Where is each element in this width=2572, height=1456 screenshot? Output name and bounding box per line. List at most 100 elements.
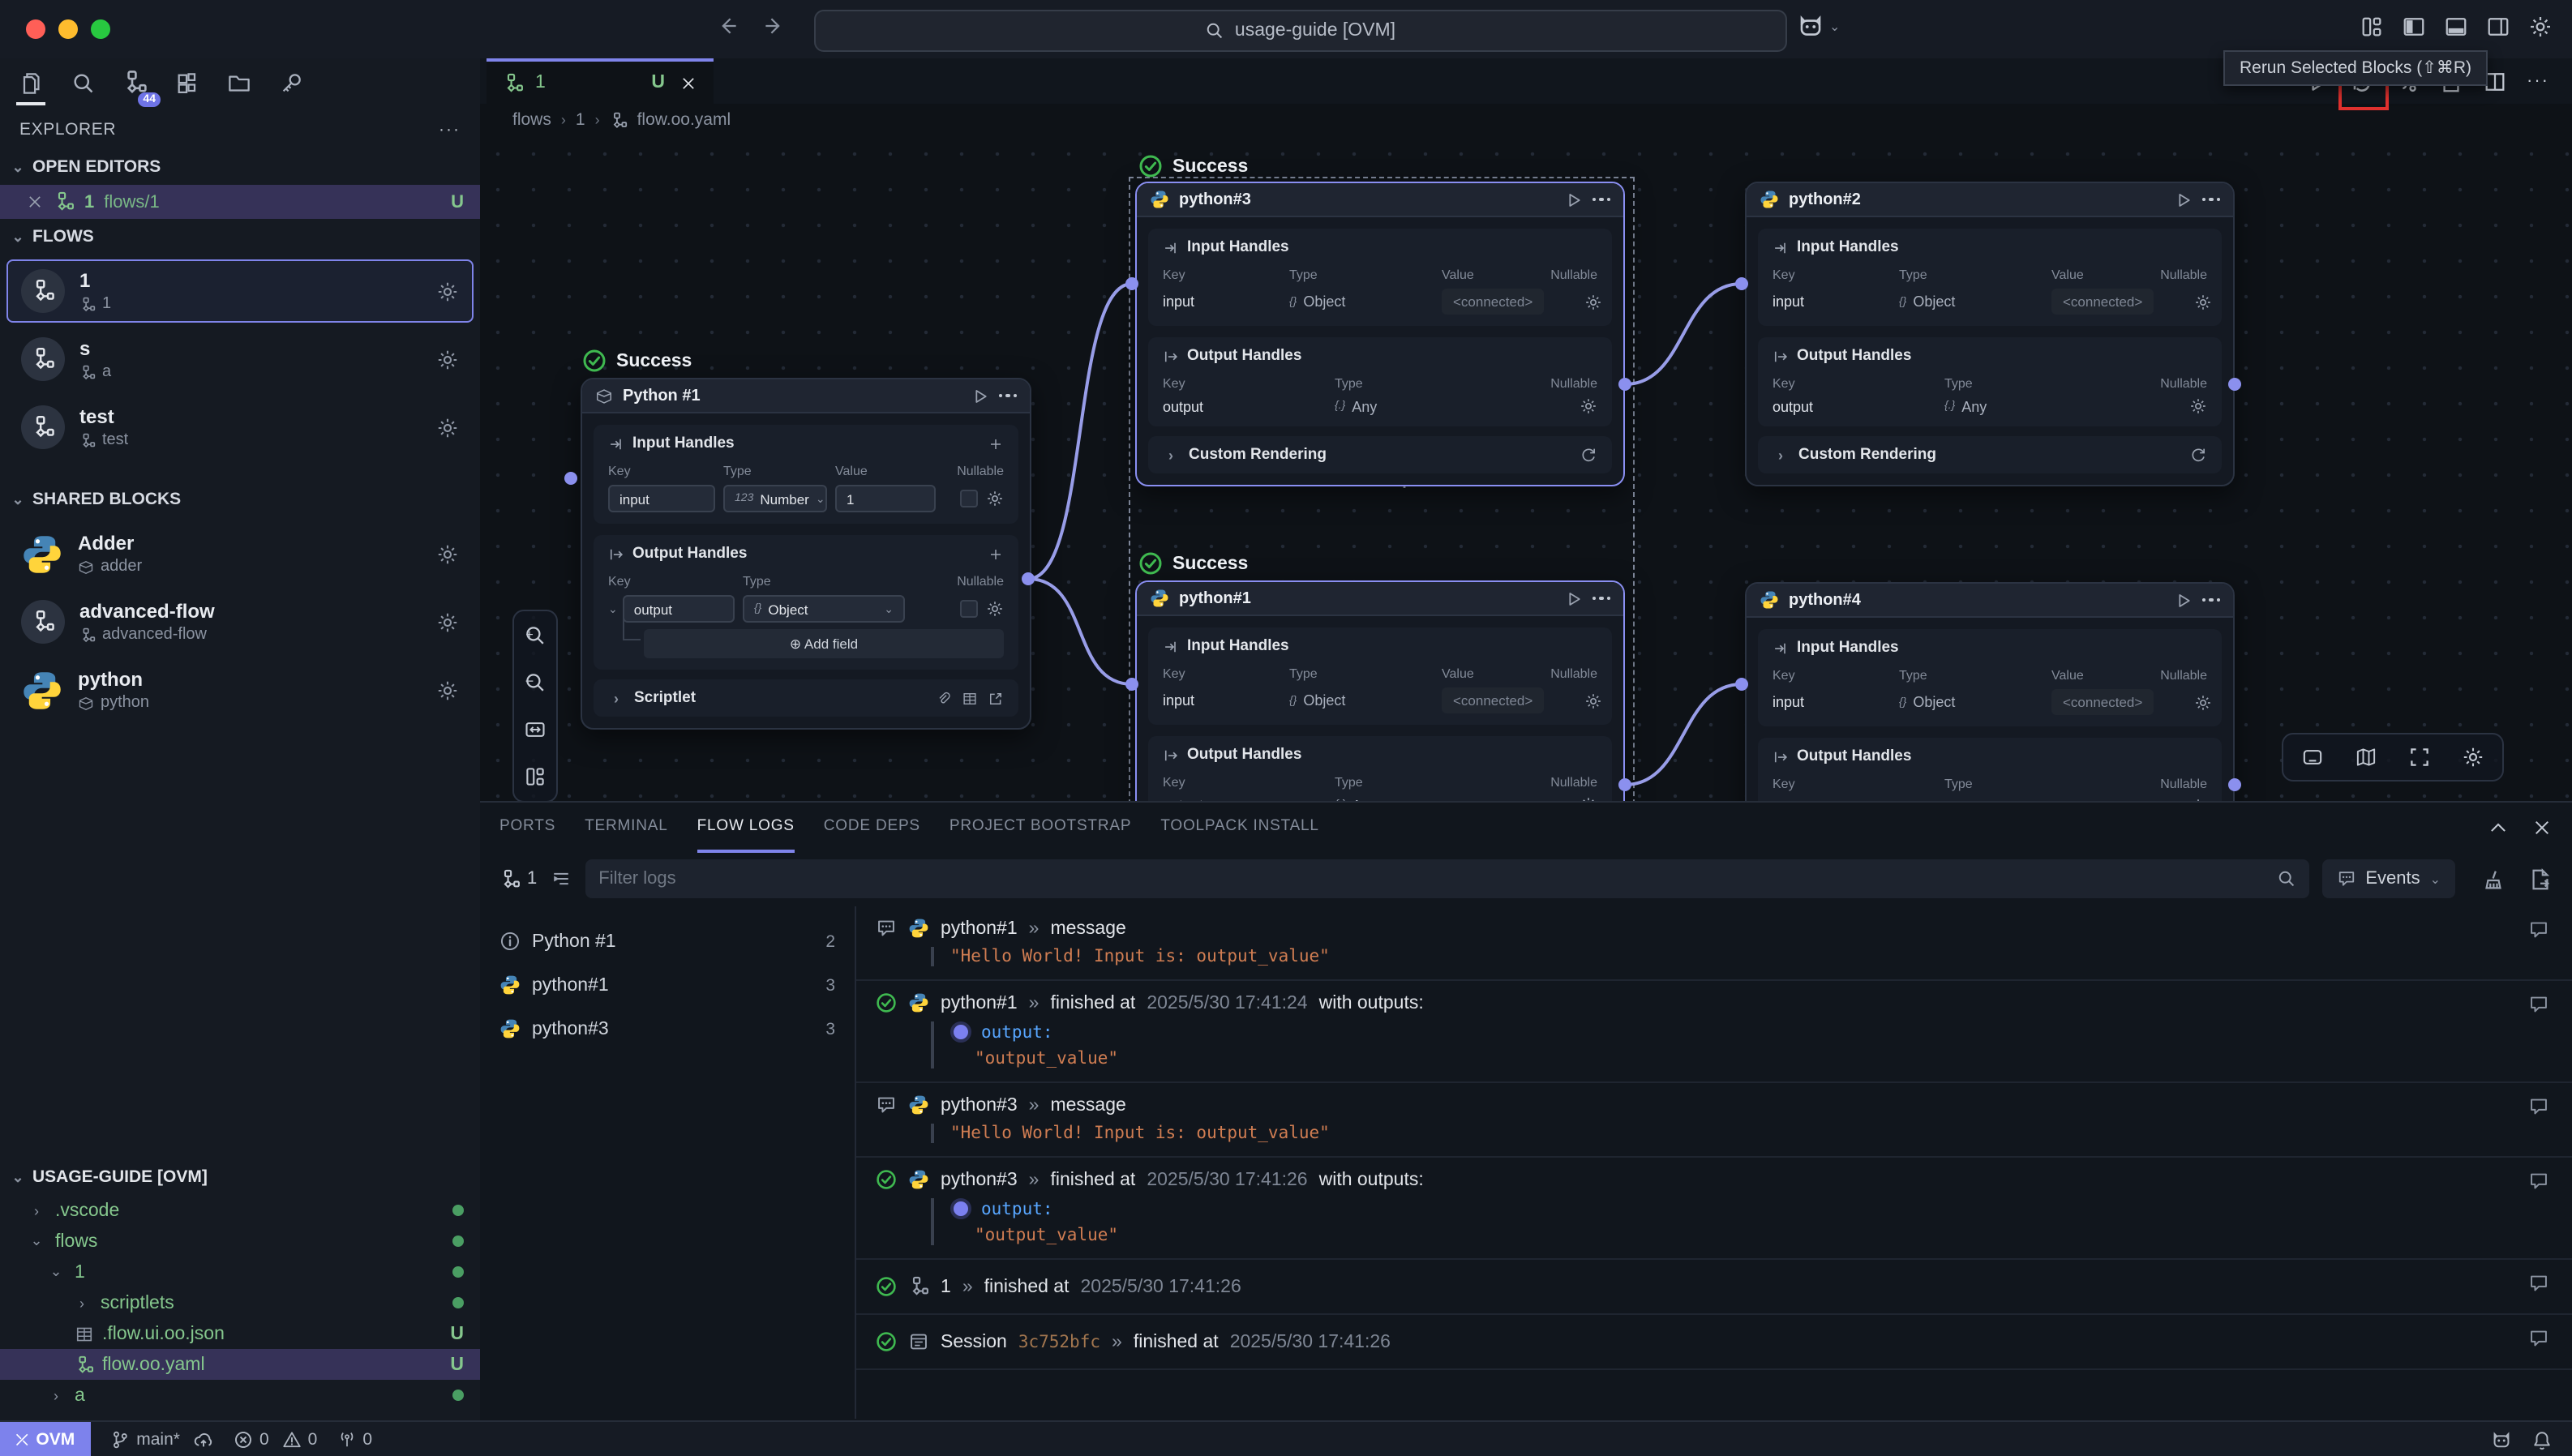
- git-branch-item[interactable]: main*: [110, 1429, 214, 1450]
- refresh-icon[interactable]: [2189, 446, 2207, 464]
- tab-toolpack-install[interactable]: TOOLPACK INSTALL: [1160, 801, 1319, 853]
- tree-item-flow-yaml[interactable]: flow.oo.yamlU: [0, 1349, 480, 1380]
- flow-canvas[interactable]: Success Success Success Add description …: [480, 136, 2572, 801]
- add-field-button[interactable]: ⊕ Add field: [644, 629, 1004, 658]
- custom-rendering-section[interactable]: ›Custom Rendering: [1148, 436, 1612, 473]
- refresh-icon[interactable]: [1580, 446, 1597, 464]
- zoom-in-icon[interactable]: +: [519, 619, 551, 652]
- ports-item[interactable]: 0: [337, 1430, 372, 1450]
- block-log-item[interactable]: python#13: [480, 963, 855, 1007]
- close-panel-icon[interactable]: [2531, 816, 2553, 837]
- sync-cloud-icon[interactable]: [193, 1429, 214, 1450]
- flow-list-item[interactable]: s a: [6, 328, 474, 391]
- section-open-editors[interactable]: ⌄OPEN EDITORS: [0, 149, 480, 185]
- copilot-menu[interactable]: ⌄: [1797, 13, 1840, 41]
- handle-settings-gear-icon[interactable]: [1584, 692, 1602, 709]
- activity-flows[interactable]: 44: [117, 65, 152, 101]
- node-python4[interactable]: python#4 Input Handles KeyTypeValueNulla…: [1745, 582, 2235, 801]
- attach-icon[interactable]: [936, 690, 952, 706]
- problems-item[interactable]: 0 0: [234, 1430, 317, 1450]
- node-more-icon[interactable]: [2201, 598, 2220, 602]
- maximize-window-button[interactable]: [91, 19, 110, 39]
- node-python2[interactable]: python#2 Input Handles KeyTypeValueNulla…: [1745, 182, 2235, 486]
- run-node-icon[interactable]: [1564, 191, 1582, 208]
- close-icon[interactable]: [26, 193, 44, 211]
- back-arrow-icon[interactable]: [717, 15, 739, 37]
- section-shared-blocks[interactable]: ⌄SHARED BLOCKS: [0, 482, 480, 517]
- nullable-checkbox[interactable]: [960, 490, 978, 507]
- activity-extensions[interactable]: [169, 65, 204, 101]
- log-entry-finished[interactable]: python#3» finished at2025/5/30 17:41:26 …: [856, 1158, 2572, 1260]
- open-editor-item[interactable]: 1 flows/1 U: [0, 185, 480, 219]
- table-icon[interactable]: [962, 690, 978, 706]
- block-log-item[interactable]: Python #12: [480, 919, 855, 963]
- node-python1[interactable]: python#1 Input Handles KeyTypeValueNulla…: [1135, 580, 1625, 801]
- maximize-panel-icon[interactable]: [2488, 816, 2509, 837]
- minimap-icon[interactable]: [2350, 741, 2382, 773]
- handle-settings-gear-icon[interactable]: [1580, 397, 1597, 415]
- tab-flow-logs[interactable]: FLOW LOGS: [697, 801, 795, 853]
- tab-project-bootstrap[interactable]: PROJECT BOOTSTRAP: [949, 801, 1131, 853]
- comment-icon[interactable]: [2528, 919, 2549, 940]
- run-node-icon[interactable]: [2174, 191, 2192, 208]
- fullscreen-icon[interactable]: [2403, 741, 2436, 773]
- node-python3[interactable]: python#3 Input Handles KeyTypeValueNulla…: [1135, 182, 1625, 486]
- clear-logs-icon[interactable]: [2481, 867, 2506, 891]
- add-handle-icon[interactable]: [988, 546, 1004, 562]
- auto-layout-icon[interactable]: [519, 760, 551, 793]
- node-python-1[interactable]: Python #1 Input Handles KeyTypeValueNull…: [581, 378, 1031, 730]
- add-handle-icon[interactable]: [988, 435, 1004, 452]
- filter-logs-input[interactable]: Filter logs: [585, 859, 2308, 898]
- explorer-more-icon[interactable]: ···: [439, 120, 461, 139]
- node-more-icon[interactable]: [998, 394, 1017, 398]
- comment-icon[interactable]: [2528, 1171, 2549, 1192]
- toggle-panel-icon[interactable]: [2296, 741, 2329, 773]
- custom-rendering-section[interactable]: ›Custom Rendering: [1758, 436, 2222, 473]
- flow-list-item[interactable]: test test: [6, 396, 474, 459]
- shared-block-item[interactable]: advanced-flow advanced-flow: [6, 590, 474, 653]
- close-window-button[interactable]: [26, 19, 45, 39]
- copilot-status-icon[interactable]: [2491, 1429, 2512, 1450]
- tree-item-vscode[interactable]: ›.vscode: [0, 1195, 480, 1226]
- run-node-icon[interactable]: [2174, 591, 2192, 609]
- toggle-panel-icon[interactable]: [2444, 15, 2468, 39]
- comment-icon[interactable]: [2528, 1328, 2549, 1349]
- notifications-bell-icon[interactable]: [2531, 1429, 2553, 1450]
- shared-block-item[interactable]: python python: [6, 658, 474, 722]
- editor-tab-1[interactable]: 1 U: [487, 58, 714, 104]
- flow-settings-gear-icon[interactable]: [436, 348, 459, 370]
- flow-settings-gear-icon[interactable]: [436, 280, 459, 302]
- canvas-settings-gear-icon[interactable]: [2457, 741, 2489, 773]
- block-settings-gear-icon[interactable]: [436, 610, 459, 633]
- handle-settings-gear-icon[interactable]: [2194, 293, 2212, 310]
- section-flows[interactable]: ⌄FLOWS: [0, 219, 480, 255]
- run-node-icon[interactable]: [1564, 589, 1582, 607]
- tree-item-a[interactable]: ›a: [0, 1380, 480, 1411]
- activity-search[interactable]: [65, 65, 101, 101]
- node-more-icon[interactable]: [1592, 198, 1610, 202]
- zoom-out-icon[interactable]: −: [519, 666, 551, 699]
- node-header[interactable]: python#3: [1137, 183, 1623, 217]
- toggle-sidebar-icon[interactable]: [2402, 15, 2426, 39]
- customize-layout-icon[interactable]: [2360, 15, 2384, 39]
- activity-keys[interactable]: [272, 65, 308, 101]
- tab-ports[interactable]: PORTS: [499, 801, 555, 853]
- nullable-checkbox[interactable]: [960, 600, 978, 618]
- forward-arrow-icon[interactable]: [762, 15, 785, 37]
- handle-settings-gear-icon[interactable]: [2194, 693, 2212, 711]
- breadcrumb-1[interactable]: 1: [576, 110, 585, 130]
- log-entry-message[interactable]: python#1» message "Hello World! Input is…: [856, 906, 2572, 981]
- command-center-search[interactable]: usage-guide [OVM]: [814, 10, 1787, 52]
- node-header[interactable]: Python #1: [582, 379, 1030, 413]
- toggle-secondary-sidebar-icon[interactable]: [2486, 15, 2510, 39]
- block-settings-gear-icon[interactable]: [436, 542, 459, 565]
- node-more-icon[interactable]: [2201, 198, 2220, 202]
- tab-code-deps[interactable]: CODE DEPS: [824, 801, 920, 853]
- scriptlet-section[interactable]: ›Scriptlet: [594, 679, 1018, 717]
- tree-item-flow-ui-json[interactable]: .flow.ui.oo.jsonU: [0, 1318, 480, 1349]
- value-input[interactable]: 1: [835, 485, 936, 512]
- breadcrumb-flows[interactable]: flows: [512, 110, 551, 130]
- log-entry-flow-finished[interactable]: 1» finished at2025/5/30 17:41:26: [856, 1260, 2572, 1315]
- tab-terminal[interactable]: TERMINAL: [585, 801, 667, 853]
- remote-indicator[interactable]: ⤫OVM: [0, 1422, 91, 1456]
